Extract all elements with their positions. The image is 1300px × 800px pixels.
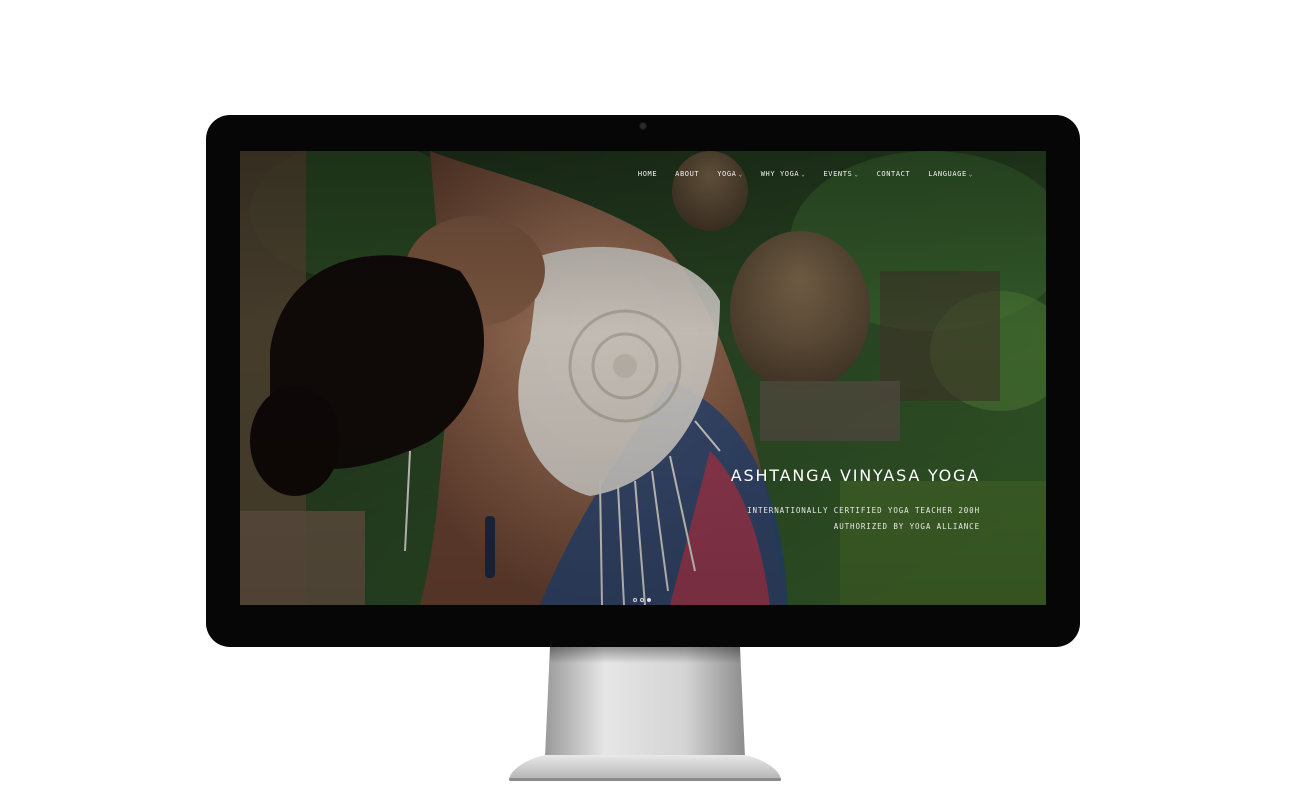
nav-why-yoga[interactable]: WHY YOGA ⌄ (752, 170, 815, 178)
nav-events-label: EVENTS (823, 170, 853, 178)
hero-overlay (240, 151, 1046, 605)
main-nav: HOME ABOUT YOGA ⌄ WHY YOGA ⌄ EVENTS ⌄ CONTA… (629, 170, 982, 178)
nav-language[interactable]: LANGUAGE ⌄ (919, 170, 982, 178)
nav-events[interactable]: EVENTS ⌄ (814, 170, 867, 178)
nav-home[interactable]: HOME (629, 170, 666, 178)
nav-why-yoga-label: WHY YOGA (760, 170, 800, 178)
slider-dot[interactable] (633, 598, 637, 602)
chevron-down-icon: ⌄ (968, 171, 973, 178)
nav-yoga[interactable]: YOGA ⌄ (708, 170, 751, 178)
slider-dot[interactable] (640, 598, 644, 602)
hero-subtitle-line2: AUTHORIZED BY YOGA ALLIANCE (833, 522, 980, 531)
hero-title: ASHTANGA VINYASA YOGA (730, 466, 980, 485)
nav-about[interactable]: ABOUT (666, 170, 708, 178)
monitor-stand (509, 647, 781, 781)
chevron-down-icon: ⌄ (854, 171, 859, 178)
chevron-down-icon: ⌄ (738, 171, 743, 178)
hero-subtitle-line1: INTERNATIONALLY CERTIFIED YOGA TEACHER 2… (747, 506, 980, 515)
nav-contact-label: CONTACT (876, 170, 911, 178)
slider-dot-active[interactable] (647, 598, 651, 602)
nav-contact[interactable]: CONTACT (868, 170, 920, 178)
chevron-down-icon: ⌄ (801, 171, 806, 178)
website-screen: HOME ABOUT YOGA ⌄ WHY YOGA ⌄ EVENTS ⌄ CONTA… (240, 151, 1046, 605)
nav-language-label: LANGUAGE (928, 170, 967, 178)
slider-dots (633, 598, 651, 602)
nav-about-label: ABOUT (675, 170, 700, 178)
webcam-icon (640, 123, 646, 129)
mockup-stage: HOME ABOUT YOGA ⌄ WHY YOGA ⌄ EVENTS ⌄ CONTA… (0, 0, 1300, 800)
nav-yoga-label: YOGA (717, 170, 737, 178)
nav-home-label: HOME (637, 170, 658, 178)
